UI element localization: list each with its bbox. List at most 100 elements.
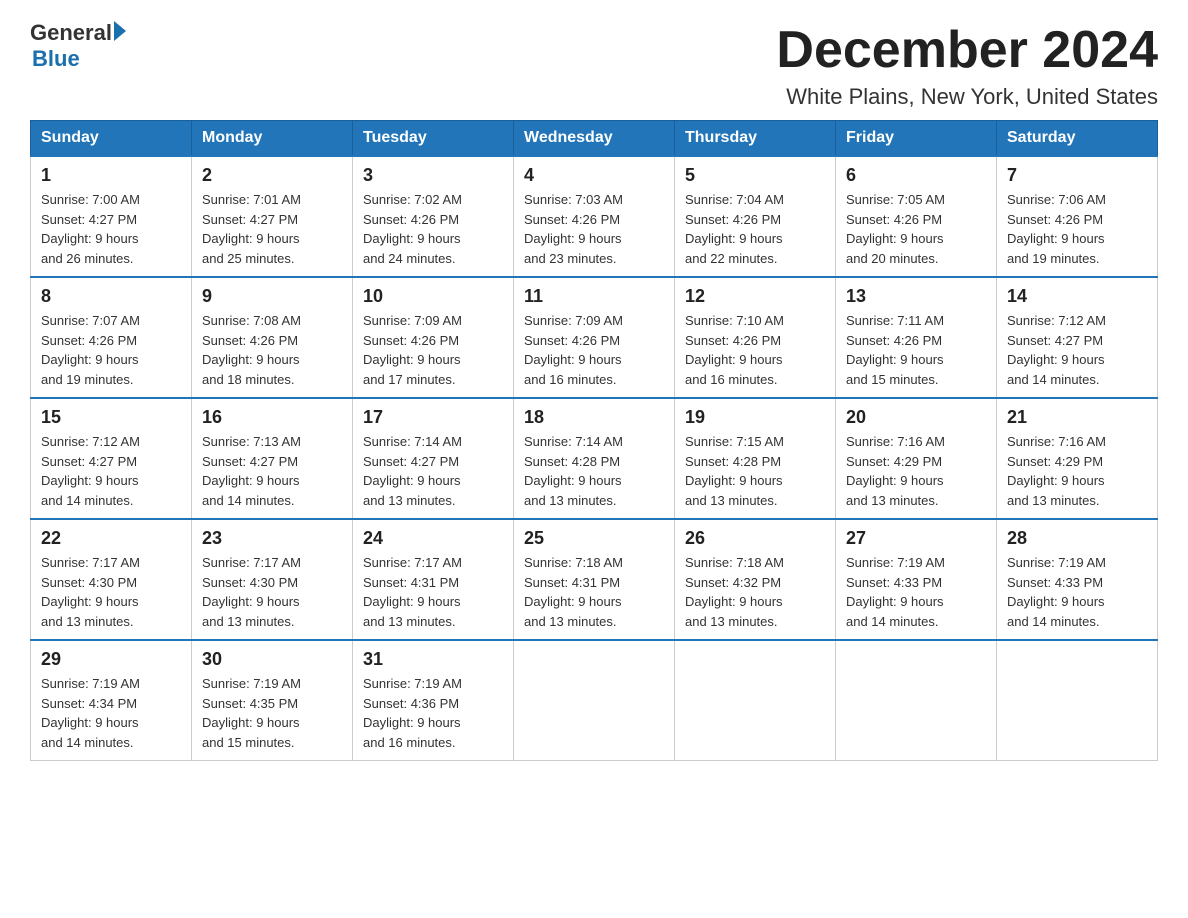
day-cell: 17 Sunrise: 7:14 AM Sunset: 4:27 PM Dayl… (353, 398, 514, 519)
weekday-header-wednesday: Wednesday (514, 121, 675, 157)
location-subtitle: White Plains, New York, United States (776, 84, 1158, 110)
day-info: Sunrise: 7:15 AM Sunset: 4:28 PM Dayligh… (685, 432, 825, 510)
weekday-header-thursday: Thursday (675, 121, 836, 157)
day-cell: 30 Sunrise: 7:19 AM Sunset: 4:35 PM Dayl… (192, 640, 353, 761)
day-info: Sunrise: 7:10 AM Sunset: 4:26 PM Dayligh… (685, 311, 825, 389)
day-number: 17 (363, 407, 503, 428)
day-info: Sunrise: 7:19 AM Sunset: 4:33 PM Dayligh… (846, 553, 986, 631)
day-cell: 5 Sunrise: 7:04 AM Sunset: 4:26 PM Dayli… (675, 156, 836, 277)
day-info: Sunrise: 7:04 AM Sunset: 4:26 PM Dayligh… (685, 190, 825, 268)
day-cell: 29 Sunrise: 7:19 AM Sunset: 4:34 PM Dayl… (31, 640, 192, 761)
day-cell: 4 Sunrise: 7:03 AM Sunset: 4:26 PM Dayli… (514, 156, 675, 277)
day-number: 15 (41, 407, 181, 428)
day-number: 31 (363, 649, 503, 670)
day-cell: 1 Sunrise: 7:00 AM Sunset: 4:27 PM Dayli… (31, 156, 192, 277)
day-number: 11 (524, 286, 664, 307)
day-cell: 2 Sunrise: 7:01 AM Sunset: 4:27 PM Dayli… (192, 156, 353, 277)
day-number: 3 (363, 165, 503, 186)
day-info: Sunrise: 7:17 AM Sunset: 4:30 PM Dayligh… (41, 553, 181, 631)
title-section: December 2024 White Plains, New York, Un… (776, 20, 1158, 110)
logo-arrow-icon (114, 21, 126, 41)
day-info: Sunrise: 7:17 AM Sunset: 4:31 PM Dayligh… (363, 553, 503, 631)
day-number: 14 (1007, 286, 1147, 307)
weekday-header-friday: Friday (836, 121, 997, 157)
week-row-2: 8 Sunrise: 7:07 AM Sunset: 4:26 PM Dayli… (31, 277, 1158, 398)
day-cell: 16 Sunrise: 7:13 AM Sunset: 4:27 PM Dayl… (192, 398, 353, 519)
day-info: Sunrise: 7:18 AM Sunset: 4:31 PM Dayligh… (524, 553, 664, 631)
day-number: 24 (363, 528, 503, 549)
day-cell: 23 Sunrise: 7:17 AM Sunset: 4:30 PM Dayl… (192, 519, 353, 640)
day-cell: 25 Sunrise: 7:18 AM Sunset: 4:31 PM Dayl… (514, 519, 675, 640)
day-cell: 11 Sunrise: 7:09 AM Sunset: 4:26 PM Dayl… (514, 277, 675, 398)
day-number: 30 (202, 649, 342, 670)
day-info: Sunrise: 7:02 AM Sunset: 4:26 PM Dayligh… (363, 190, 503, 268)
day-number: 28 (1007, 528, 1147, 549)
day-info: Sunrise: 7:14 AM Sunset: 4:27 PM Dayligh… (363, 432, 503, 510)
day-info: Sunrise: 7:16 AM Sunset: 4:29 PM Dayligh… (846, 432, 986, 510)
day-info: Sunrise: 7:19 AM Sunset: 4:34 PM Dayligh… (41, 674, 181, 752)
day-info: Sunrise: 7:19 AM Sunset: 4:36 PM Dayligh… (363, 674, 503, 752)
day-info: Sunrise: 7:00 AM Sunset: 4:27 PM Dayligh… (41, 190, 181, 268)
day-cell: 24 Sunrise: 7:17 AM Sunset: 4:31 PM Dayl… (353, 519, 514, 640)
page-header: General Blue December 2024 White Plains,… (30, 20, 1158, 110)
day-info: Sunrise: 7:05 AM Sunset: 4:26 PM Dayligh… (846, 190, 986, 268)
day-cell (675, 640, 836, 761)
day-number: 5 (685, 165, 825, 186)
day-info: Sunrise: 7:14 AM Sunset: 4:28 PM Dayligh… (524, 432, 664, 510)
day-info: Sunrise: 7:06 AM Sunset: 4:26 PM Dayligh… (1007, 190, 1147, 268)
day-cell: 28 Sunrise: 7:19 AM Sunset: 4:33 PM Dayl… (997, 519, 1158, 640)
day-cell: 12 Sunrise: 7:10 AM Sunset: 4:26 PM Dayl… (675, 277, 836, 398)
day-number: 8 (41, 286, 181, 307)
logo-blue-text: Blue (32, 46, 80, 72)
day-info: Sunrise: 7:09 AM Sunset: 4:26 PM Dayligh… (524, 311, 664, 389)
day-cell: 26 Sunrise: 7:18 AM Sunset: 4:32 PM Dayl… (675, 519, 836, 640)
day-cell (836, 640, 997, 761)
day-cell: 8 Sunrise: 7:07 AM Sunset: 4:26 PM Dayli… (31, 277, 192, 398)
day-cell: 21 Sunrise: 7:16 AM Sunset: 4:29 PM Dayl… (997, 398, 1158, 519)
day-number: 13 (846, 286, 986, 307)
day-info: Sunrise: 7:12 AM Sunset: 4:27 PM Dayligh… (41, 432, 181, 510)
day-cell: 3 Sunrise: 7:02 AM Sunset: 4:26 PM Dayli… (353, 156, 514, 277)
weekday-header-tuesday: Tuesday (353, 121, 514, 157)
day-cell: 14 Sunrise: 7:12 AM Sunset: 4:27 PM Dayl… (997, 277, 1158, 398)
day-cell: 22 Sunrise: 7:17 AM Sunset: 4:30 PM Dayl… (31, 519, 192, 640)
day-info: Sunrise: 7:12 AM Sunset: 4:27 PM Dayligh… (1007, 311, 1147, 389)
day-number: 26 (685, 528, 825, 549)
day-info: Sunrise: 7:03 AM Sunset: 4:26 PM Dayligh… (524, 190, 664, 268)
day-number: 1 (41, 165, 181, 186)
day-number: 4 (524, 165, 664, 186)
day-number: 29 (41, 649, 181, 670)
week-row-4: 22 Sunrise: 7:17 AM Sunset: 4:30 PM Dayl… (31, 519, 1158, 640)
day-number: 9 (202, 286, 342, 307)
day-cell (997, 640, 1158, 761)
day-number: 27 (846, 528, 986, 549)
day-cell: 27 Sunrise: 7:19 AM Sunset: 4:33 PM Dayl… (836, 519, 997, 640)
day-number: 10 (363, 286, 503, 307)
day-number: 23 (202, 528, 342, 549)
day-number: 16 (202, 407, 342, 428)
day-number: 2 (202, 165, 342, 186)
day-number: 20 (846, 407, 986, 428)
day-cell: 7 Sunrise: 7:06 AM Sunset: 4:26 PM Dayli… (997, 156, 1158, 277)
day-cell (514, 640, 675, 761)
day-info: Sunrise: 7:18 AM Sunset: 4:32 PM Dayligh… (685, 553, 825, 631)
day-info: Sunrise: 7:08 AM Sunset: 4:26 PM Dayligh… (202, 311, 342, 389)
day-cell: 15 Sunrise: 7:12 AM Sunset: 4:27 PM Dayl… (31, 398, 192, 519)
day-cell: 9 Sunrise: 7:08 AM Sunset: 4:26 PM Dayli… (192, 277, 353, 398)
day-info: Sunrise: 7:19 AM Sunset: 4:35 PM Dayligh… (202, 674, 342, 752)
weekday-header-sunday: Sunday (31, 121, 192, 157)
day-number: 6 (846, 165, 986, 186)
day-cell: 10 Sunrise: 7:09 AM Sunset: 4:26 PM Dayl… (353, 277, 514, 398)
day-cell: 20 Sunrise: 7:16 AM Sunset: 4:29 PM Dayl… (836, 398, 997, 519)
day-info: Sunrise: 7:01 AM Sunset: 4:27 PM Dayligh… (202, 190, 342, 268)
calendar-table: SundayMondayTuesdayWednesdayThursdayFrid… (30, 120, 1158, 761)
day-number: 12 (685, 286, 825, 307)
day-cell: 19 Sunrise: 7:15 AM Sunset: 4:28 PM Dayl… (675, 398, 836, 519)
day-cell: 31 Sunrise: 7:19 AM Sunset: 4:36 PM Dayl… (353, 640, 514, 761)
week-row-1: 1 Sunrise: 7:00 AM Sunset: 4:27 PM Dayli… (31, 156, 1158, 277)
weekday-header-saturday: Saturday (997, 121, 1158, 157)
day-cell: 6 Sunrise: 7:05 AM Sunset: 4:26 PM Dayli… (836, 156, 997, 277)
day-number: 7 (1007, 165, 1147, 186)
day-number: 25 (524, 528, 664, 549)
weekday-header-monday: Monday (192, 121, 353, 157)
